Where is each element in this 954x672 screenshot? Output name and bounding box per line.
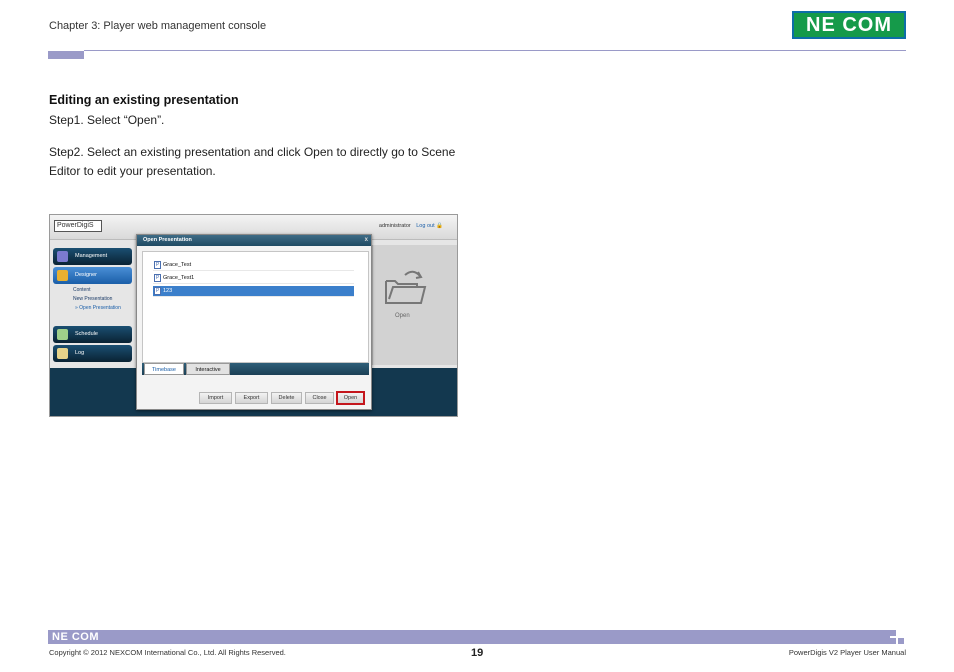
sidebar-subitem-open-presentation[interactable]: » Open Presentation [75, 305, 121, 311]
sidebar-item-schedule[interactable]: Schedule [53, 326, 132, 343]
footer-copyright: Copyright © 2012 NEXCOM International Co… [49, 648, 286, 657]
tab-interactive[interactable]: Interactive [186, 363, 230, 375]
dialog-title: Open Presentation [143, 237, 192, 243]
app-screenshot: PowerDigiS administrator Log out 🔒 Manag… [49, 214, 458, 417]
log-icon [57, 348, 68, 359]
chapter-title: Chapter 3: Player web management console [49, 20, 267, 32]
monitor-icon [57, 251, 68, 262]
sidebar-item-label: Log [75, 350, 85, 356]
calendar-icon [57, 329, 68, 340]
import-button[interactable]: Import [199, 392, 232, 404]
list-item-selected[interactable]: P 123 [153, 286, 354, 297]
footer-logo: NE COM [52, 631, 99, 643]
footer-square-decoration [898, 638, 904, 644]
sidebar-item-label: Schedule [75, 331, 98, 337]
open-presentation-dialog: Open Presentation x P Grace_Test P Grace… [136, 234, 372, 410]
logout-link[interactable]: Log out [416, 223, 434, 229]
footer-bar [48, 630, 890, 644]
app-logo: PowerDigiS [54, 220, 102, 232]
list-item[interactable]: P Grace_Test1 [153, 273, 354, 284]
open-panel[interactable]: Open [372, 245, 457, 365]
presentation-list: P Grace_Test P Grace_Test1 P 123 [142, 251, 369, 363]
header-accent-block [48, 51, 84, 59]
dialog-tab-bar: Timebase Interactive [142, 363, 369, 375]
list-item-label: 123 [163, 288, 173, 294]
user-info: administrator Log out 🔒 [379, 223, 443, 229]
close-button[interactable]: Close [305, 392, 334, 404]
export-button[interactable]: Export [235, 392, 268, 404]
delete-button[interactable]: Delete [271, 392, 302, 404]
section-heading: Editing an existing presentation [49, 93, 239, 107]
list-item-label: Grace_Test1 [163, 275, 195, 281]
header-divider [84, 50, 906, 51]
list-item[interactable]: P Grace_Test [153, 260, 354, 271]
open-folder-icon [385, 270, 427, 304]
pencil-icon [57, 270, 68, 281]
sidebar-item-log[interactable]: Log [53, 345, 132, 362]
step1-text: Step1. Select “Open”. [49, 113, 165, 127]
list-item-label: Grace_Test [163, 262, 192, 268]
footer-manual-title: PowerDigis V2 Player User Manual [788, 648, 906, 657]
sidebar-item-label: Designer [75, 272, 98, 278]
sidebar-item-designer[interactable]: Designer [53, 267, 132, 284]
tab-timebase[interactable]: Timebase [144, 363, 184, 375]
presentation-file-icon: P [154, 261, 161, 269]
nexcom-logo: NE COM [792, 11, 906, 39]
open-label: Open [395, 313, 410, 319]
footer-square-decoration [890, 638, 896, 644]
sidebar-item-label: Management [75, 253, 108, 259]
sidebar-subitem-content[interactable]: Content [73, 287, 91, 293]
presentation-file-icon: P [154, 274, 161, 282]
step2-text: Step2. Select an existing presentation a… [49, 145, 456, 178]
app-sidebar: Management Designer Content New Presenta… [53, 245, 132, 367]
sidebar-item-management[interactable]: Management [53, 248, 132, 265]
sidebar-subitem-new-presentation[interactable]: New Presentation [73, 296, 112, 302]
page-number: 19 [471, 647, 484, 659]
lock-icon: 🔒 [436, 223, 443, 229]
nexcom-logo-text: NE COM [806, 13, 892, 36]
presentation-file-icon: P [154, 287, 161, 295]
user-name: administrator [378, 223, 411, 229]
close-icon[interactable]: x [365, 235, 368, 246]
dialog-title-bar: Open Presentation x [137, 235, 371, 246]
open-button[interactable]: Open [337, 392, 364, 404]
footer-square-decoration [890, 630, 896, 636]
